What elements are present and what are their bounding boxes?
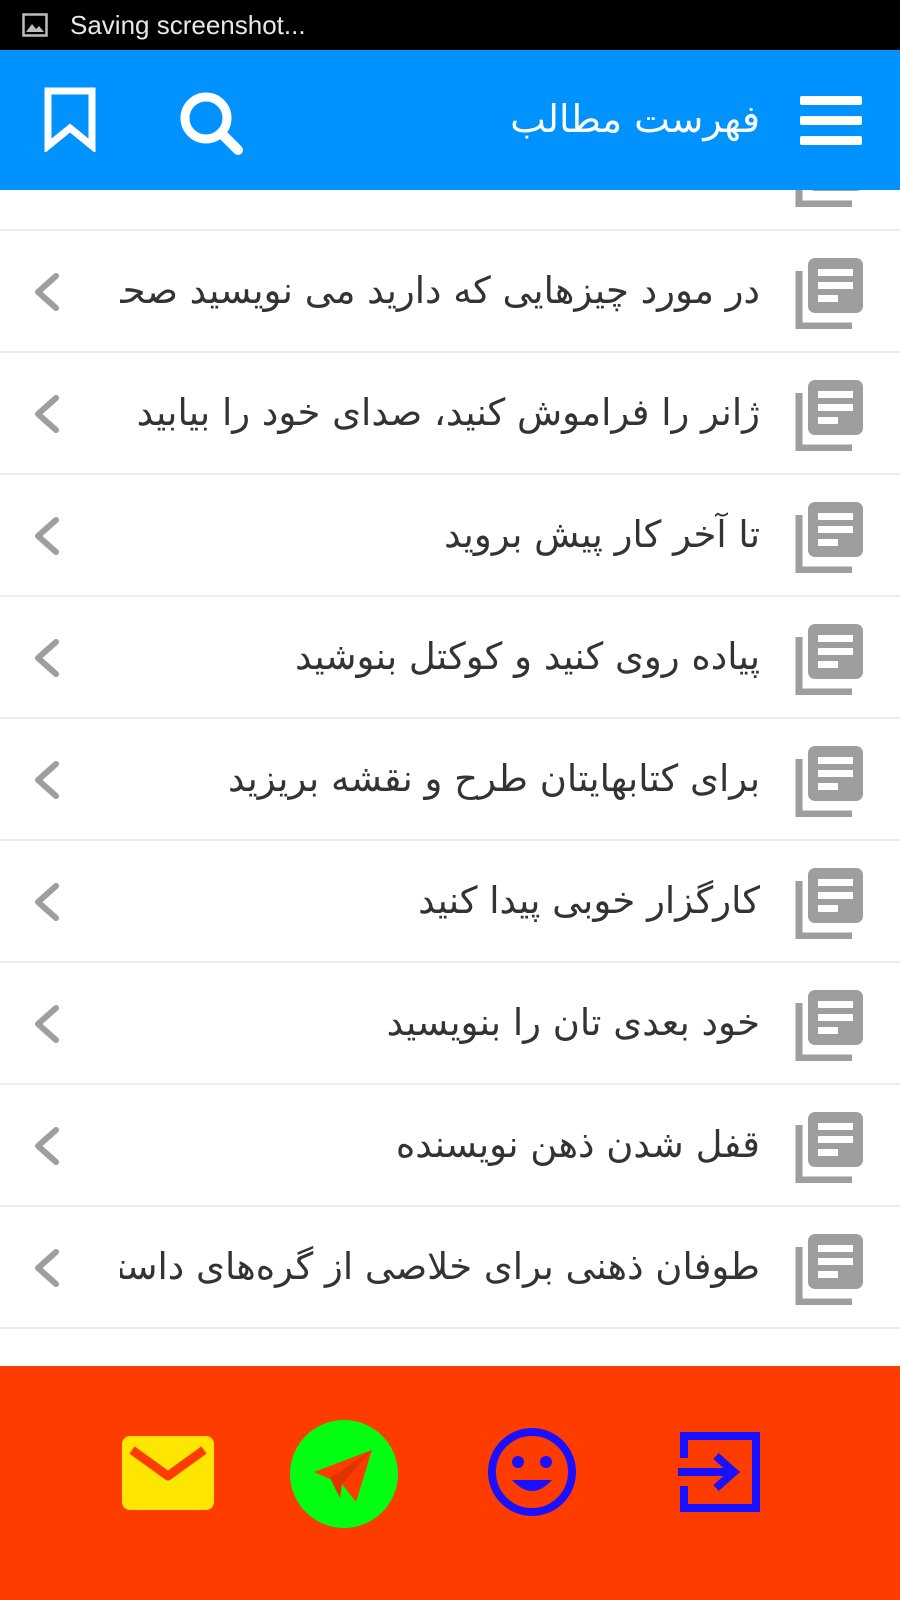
list-item-label: پیاده روی کنید و کوکتل بنوشید	[294, 635, 760, 678]
document-list-icon	[795, 746, 863, 817]
chevron-left-icon	[35, 1249, 59, 1287]
list-item[interactable]: کارگزار خوبی پیدا کنید	[0, 841, 900, 963]
document-list-icon	[795, 502, 863, 573]
list-item[interactable]: تا آخر کار پیش بروید	[0, 475, 900, 597]
bottom-action-bar	[0, 1366, 900, 1600]
chevron-left-icon	[35, 273, 59, 311]
status-text: Saving screenshot...	[70, 9, 306, 40]
list-item[interactable]: ژانر را فراموش کنید، صدای خود را بیابید	[0, 353, 900, 475]
document-list-icon	[795, 624, 863, 695]
document-list-icon	[795, 258, 863, 329]
chevron-left-icon	[35, 883, 59, 921]
document-list-icon	[795, 868, 863, 939]
list-item-label: کتابی را بنویسید که خود دوست دارید آن را	[120, 190, 760, 229]
list-item[interactable]: برای کتابهایتان طرح و نقشه بریزید	[0, 719, 900, 841]
list-content: کتابی را بنویسید که خود دوست دارید آن را…	[0, 190, 900, 1329]
list-item[interactable]: کتابی را بنویسید که خود دوست دارید آن را	[0, 190, 900, 231]
list-item-label: ژانر را فراموش کنید، صدای خود را بیابید	[136, 391, 760, 434]
document-list-icon	[795, 1234, 863, 1305]
menu-icon[interactable]	[800, 92, 862, 148]
chevron-left-icon	[30, 190, 66, 191]
bookmark-icon[interactable]	[42, 86, 98, 152]
chevron-left-icon	[35, 639, 59, 677]
telegram-icon[interactable]	[290, 1420, 398, 1528]
list-item-label: تا آخر کار پیش بروید	[444, 513, 760, 556]
chevron-left-icon	[35, 1005, 59, 1043]
smile-icon[interactable]	[486, 1426, 578, 1518]
document-list-icon	[795, 990, 863, 1061]
list-item[interactable]: پیاده روی کنید و کوکتل بنوشید	[0, 597, 900, 719]
list-item[interactable]: در مورد چیزهایی که دارید می نویسید صحبت	[0, 231, 900, 353]
list-item[interactable]: خود بعدی تان را بنویسید	[0, 963, 900, 1085]
chevron-left-icon	[35, 517, 59, 555]
list-item-label: در مورد چیزهایی که دارید می نویسید صحبت	[120, 269, 760, 312]
app-bar: فهرست مطالب	[0, 50, 900, 190]
chevron-left-icon	[35, 395, 59, 433]
image-icon	[22, 13, 48, 37]
login-icon[interactable]	[678, 1430, 762, 1514]
chevron-left-icon	[35, 761, 59, 799]
page-title: فهرست مطالب	[510, 97, 760, 141]
table-of-contents-list[interactable]: کتابی را بنویسید که خود دوست دارید آن را…	[0, 190, 900, 1366]
chevron-left-icon	[35, 1127, 59, 1165]
document-list-icon	[795, 380, 863, 451]
list-item[interactable]: طوفان ذهنی برای خلاصی از گره‌های داستان	[0, 1207, 900, 1329]
mail-icon[interactable]	[122, 1436, 214, 1510]
document-list-icon	[795, 1112, 863, 1183]
list-item-label: برای کتابهایتان طرح و نقشه بریزید	[228, 757, 760, 800]
list-item-label: کارگزار خوبی پیدا کنید	[418, 879, 760, 922]
list-item-label: قفل شدن ذهن نویسنده	[395, 1123, 760, 1166]
document-list-icon	[795, 190, 860, 207]
list-item-label: طوفان ذهنی برای خلاصی از گره‌های داستان	[120, 1245, 760, 1288]
search-icon[interactable]	[176, 88, 246, 158]
status-bar: Saving screenshot...	[0, 0, 900, 50]
list-item[interactable]: قفل شدن ذهن نویسنده	[0, 1085, 900, 1207]
list-item-label: خود بعدی تان را بنویسید	[386, 1001, 760, 1044]
